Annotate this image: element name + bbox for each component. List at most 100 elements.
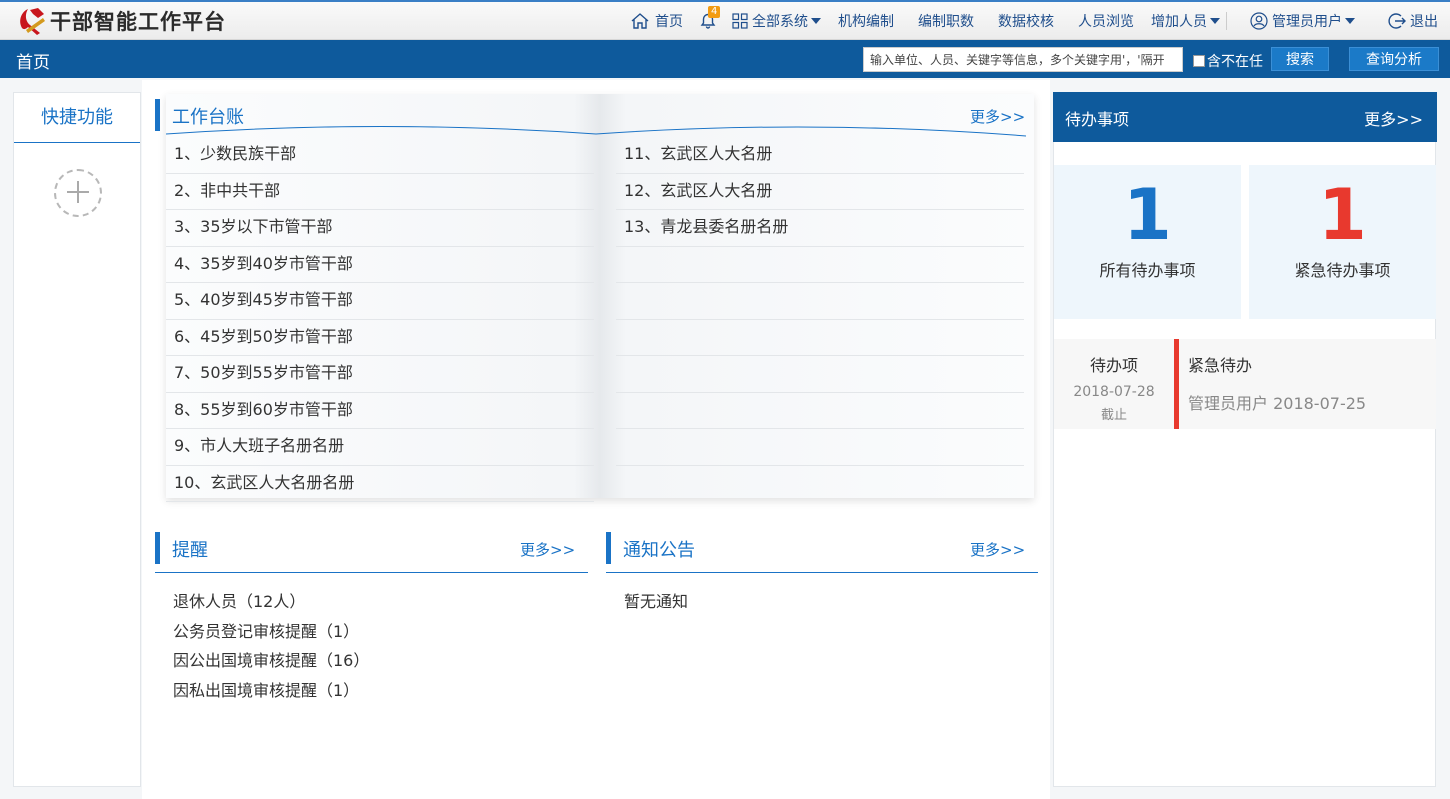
quick-functions-title: 快捷功能 (14, 93, 140, 143)
reminder-item[interactable]: 退休人员（12人） (173, 588, 369, 618)
urgent-todo-stat[interactable]: 1 紧急待办事项 (1249, 165, 1436, 319)
nav-browse-label: 人员浏览 (1078, 14, 1134, 30)
ledger-list-right: 11、玄武区人大名册 12、玄武区人大名册 13、青龙县委名册名册 (616, 137, 1024, 466)
ledger-item[interactable]: 2、非中共干部 (166, 174, 594, 210)
ledger-more-link[interactable]: 更多>> (970, 106, 1025, 127)
reminders-header: 提醒 更多>> (155, 532, 588, 564)
ledger-item[interactable]: 8、55岁到60岁市管干部 (166, 393, 594, 429)
ledger-list-left: 1、少数民族干部 2、非中共干部 3、35岁以下市管干部 4、35岁到40岁市管干部 5… (166, 137, 594, 502)
nav-all-systems[interactable]: 全部系统 (732, 11, 821, 31)
page-header-bar: 首页 含不在任 搜索 查询分析 (0, 40, 1450, 78)
todo-more-link[interactable]: 更多>> (1364, 106, 1423, 130)
ledger-item[interactable]: 6、45岁到50岁市管干部 (166, 320, 594, 356)
search-input[interactable] (863, 47, 1183, 72)
section-accent (606, 532, 611, 564)
all-todo-count: 1 (1123, 174, 1172, 256)
reminder-item[interactable]: 公务员登记审核提醒（1） (173, 618, 369, 648)
notices-list: 暂无通知 (624, 588, 688, 618)
ledger-item[interactable]: 7、50岁到55岁市管干部 (166, 356, 594, 393)
notice-item[interactable]: 暂无通知 (624, 588, 688, 618)
logout-icon (1388, 13, 1406, 29)
ledger-empty-line (616, 320, 1024, 356)
todo-item[interactable]: 待办项 2018-07-28 截止 紧急待办 管理员用户 2018-07-25 (1054, 339, 1436, 429)
todo-item-title: 紧急待办 (1188, 356, 1253, 375)
ledger-empty-line (616, 429, 1024, 466)
quick-functions-panel: 快捷功能 (13, 92, 141, 787)
notices-divider (606, 572, 1038, 573)
search-button[interactable]: 搜索 (1271, 47, 1329, 71)
reminder-item[interactable]: 因私出国境审核提醒（1） (173, 677, 369, 707)
nav-user-label: 管理员用户 (1272, 14, 1342, 30)
todo-item-body: 紧急待办 管理员用户 2018-07-25 (1188, 339, 1366, 414)
nav-logout[interactable]: 退出 (1388, 11, 1438, 31)
chevron-down-icon (811, 18, 821, 24)
grid-icon (732, 13, 748, 29)
nav-all-systems-label: 全部系统 (752, 14, 808, 30)
ledger-item[interactable]: 5、40岁到45岁市管干部 (166, 283, 594, 320)
include-inactive-label: 含不在任 (1207, 54, 1263, 70)
top-nav-menu: 首页 4 全部系统 机构编制 编制职数 数据校核 人员浏览 增加人员 管理员用户… (0, 2, 1450, 40)
ledger-empty-line (616, 393, 1024, 429)
section-accent (155, 99, 160, 131)
add-shortcut-icon[interactable] (54, 169, 102, 217)
nav-home-label: 首页 (655, 14, 683, 30)
ledger-empty-line (616, 283, 1024, 320)
ledger-item[interactable]: 13、青龙县委名册名册 (616, 210, 1024, 247)
nav-validate[interactable]: 数据校核 (998, 11, 1054, 31)
nav-staffing[interactable]: 编制职数 (918, 11, 974, 31)
ledger-empty-line (616, 247, 1024, 283)
ledger-item[interactable]: 1、少数民族干部 (166, 137, 594, 174)
nav-org[interactable]: 机构编制 (838, 11, 894, 31)
reminders-more-link[interactable]: 更多>> (520, 539, 575, 560)
todo-title: 待办事项 (1065, 110, 1130, 129)
todo-item-info: 管理员用户 2018-07-25 (1188, 394, 1367, 413)
reminders-title: 提醒 (172, 540, 208, 561)
notices-more-link[interactable]: 更多>> (970, 539, 1025, 560)
reminders-list: 退休人员（12人） 公务员登记审核提醒（1） 因公出国境审核提醒（16） 因私出国境审… (173, 588, 369, 706)
nav-add-person-label: 增加人员 (1151, 14, 1207, 30)
notices-header: 通知公告 更多>> (606, 532, 1038, 564)
query-analysis-button[interactable]: 查询分析 (1349, 47, 1439, 71)
chevron-down-icon (1345, 18, 1355, 24)
nav-divider (1226, 12, 1227, 30)
nav-browse[interactable]: 人员浏览 (1078, 11, 1134, 31)
todo-item-meta: 待办项 2018-07-28 截止 (1054, 339, 1174, 429)
ledger-title: 工作台账 (172, 107, 244, 128)
nav-add-person[interactable]: 增加人员 (1151, 11, 1220, 31)
nav-logout-label: 退出 (1410, 14, 1438, 30)
page-title: 首页 (16, 53, 50, 73)
nav-org-label: 机构编制 (838, 14, 894, 30)
ledger-item[interactable]: 11、玄武区人大名册 (616, 137, 1024, 174)
reminders-divider (155, 572, 588, 573)
reminder-item[interactable]: 因公出国境审核提醒（16） (173, 647, 369, 677)
ledger-item[interactable]: 9、市人大班子名册名册 (166, 429, 594, 466)
ledger-item[interactable]: 3、35岁以下市管干部 (166, 210, 594, 247)
todo-item-type: 待办项 (1089, 356, 1138, 375)
nav-home[interactable]: 首页 (630, 11, 683, 31)
all-todo-label: 所有待办事项 (1099, 261, 1196, 280)
ledger-item[interactable]: 4、35岁到40岁市管干部 (166, 247, 594, 283)
ledger-header: 工作台账 更多>> (155, 99, 1035, 131)
todo-item-deadline: 2018-07-28 (1073, 384, 1155, 400)
todo-item-deadline-label: 截止 (1100, 408, 1127, 423)
ledger-empty-line (616, 356, 1024, 393)
top-navbar: 干部智能工作平台 首页 4 全部系统 机构编制 编制职数 数据校核 人员浏览 增… (0, 0, 1450, 40)
user-icon (1250, 12, 1268, 30)
ledger-item[interactable]: 12、玄武区人大名册 (616, 174, 1024, 210)
urgent-todo-label: 紧急待办事项 (1294, 261, 1391, 280)
chevron-down-icon (1210, 18, 1220, 24)
urgent-marker (1174, 339, 1179, 429)
todo-panel: 待办事项 更多>> 1 所有待办事项 1 紧急待办事项 待办项 2018-07-… (1053, 92, 1437, 787)
checkbox-box[interactable] (1193, 55, 1205, 67)
ledger-item[interactable]: 10、玄武区人大名册名册 (166, 466, 594, 502)
nav-staffing-label: 编制职数 (918, 14, 974, 30)
section-accent (155, 532, 160, 564)
nav-user-menu[interactable]: 管理员用户 (1250, 11, 1355, 31)
home-icon (631, 13, 649, 29)
nav-validate-label: 数据校核 (998, 14, 1054, 30)
notification-bell[interactable]: 4 (698, 6, 721, 30)
urgent-todo-count: 1 (1318, 174, 1367, 256)
all-todo-stat[interactable]: 1 所有待办事项 (1054, 165, 1241, 319)
todo-header: 待办事项 更多>> (1053, 92, 1437, 142)
include-inactive-checkbox[interactable]: 含不在任 (1193, 51, 1263, 71)
